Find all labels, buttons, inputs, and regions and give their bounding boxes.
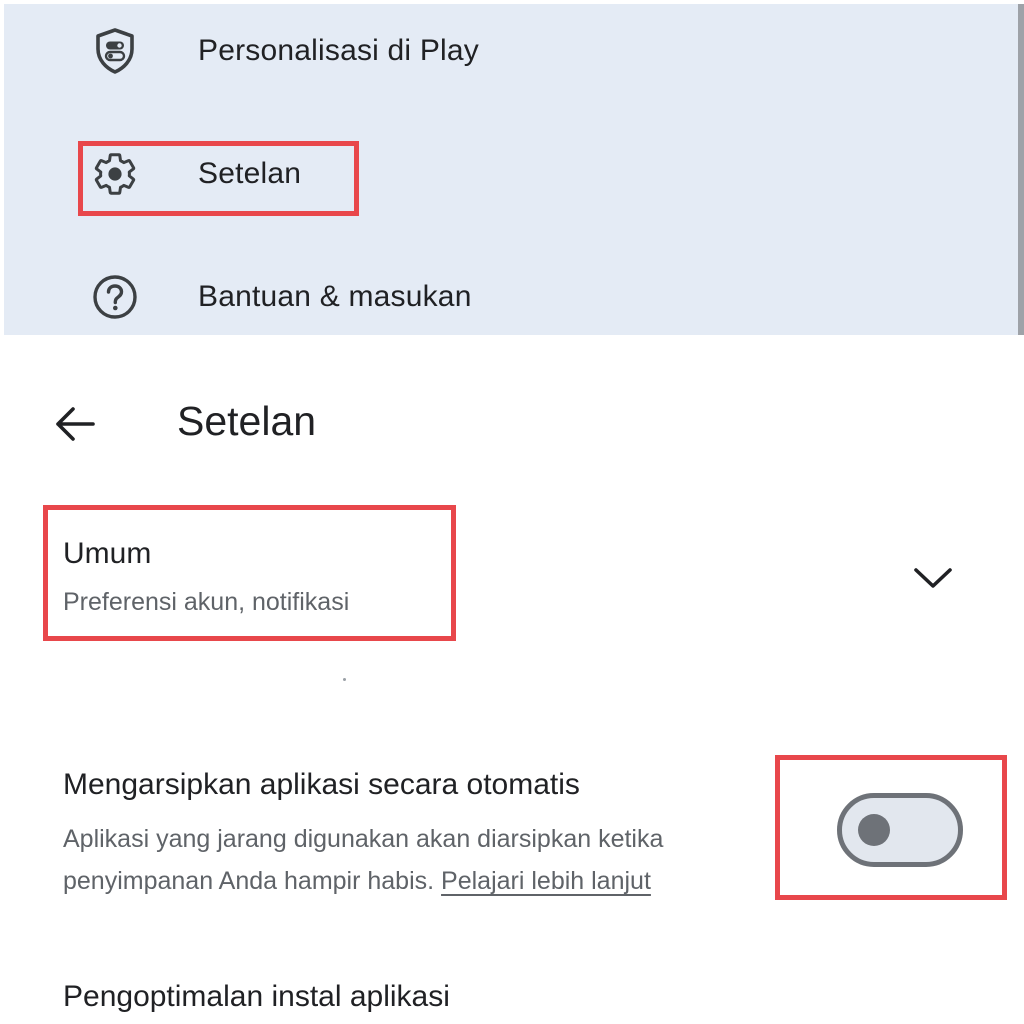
install-optimization-item[interactable]: Pengoptimalan instal aplikasi xyxy=(63,980,450,1014)
menu-item-label: Bantuan & masukan xyxy=(198,280,472,313)
highlight-box-umum xyxy=(43,505,456,641)
chevron-down-icon[interactable] xyxy=(904,556,962,600)
menu-item-label: Setelan xyxy=(198,157,302,190)
gear-icon xyxy=(80,150,150,198)
auto-archive-description: Aplikasi yang jarang digunakan akan diar… xyxy=(63,818,783,902)
menu-panel-edge xyxy=(1018,4,1024,335)
general-section-subtitle: Preferensi akun, notifikasi xyxy=(63,588,350,616)
general-section-title: Umum xyxy=(63,537,152,570)
back-button[interactable] xyxy=(44,396,104,452)
menu-item-label: Personalisasi di Play xyxy=(198,34,479,67)
learn-more-link[interactable]: Pelajari lebih lanjut xyxy=(441,867,651,895)
help-circle-icon xyxy=(80,274,150,320)
page-title: Setelan xyxy=(177,398,317,444)
auto-archive-title: Mengarsipkan aplikasi secara otomatis xyxy=(63,768,580,801)
menu-item-personalisasi[interactable]: Personalisasi di Play xyxy=(80,11,640,91)
divider-dot xyxy=(343,678,346,681)
auto-archive-toggle[interactable] xyxy=(837,793,963,867)
shield-toggle-icon xyxy=(80,27,150,75)
toggle-knob xyxy=(858,814,890,846)
menu-item-setelan[interactable]: Setelan xyxy=(80,134,640,214)
arrow-back-icon xyxy=(56,407,95,441)
menu-item-bantuan[interactable]: Bantuan & masukan xyxy=(80,257,640,337)
